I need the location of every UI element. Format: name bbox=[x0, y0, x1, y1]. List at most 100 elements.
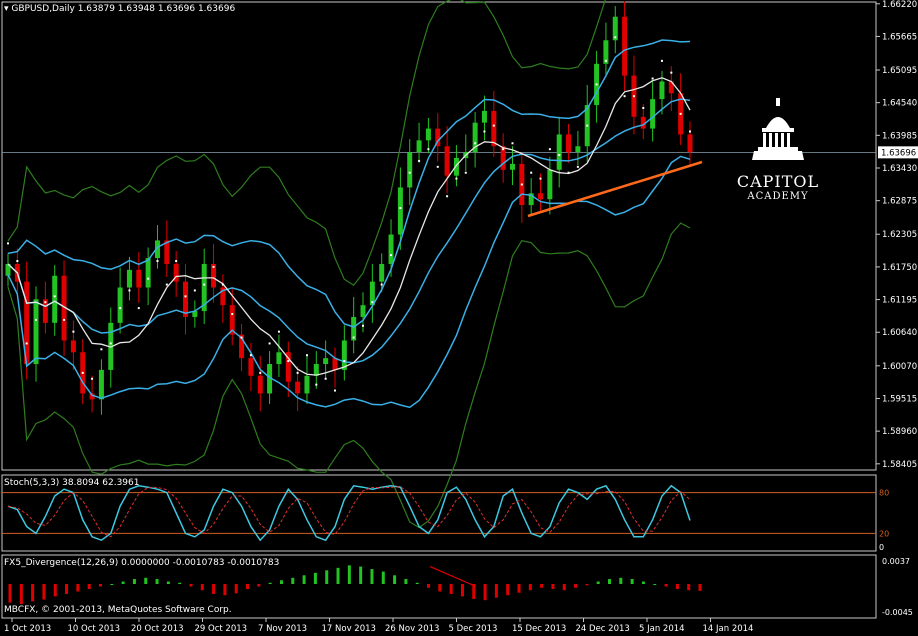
sar-dot bbox=[25, 342, 28, 345]
candle-body bbox=[117, 287, 123, 323]
axis-labels: 1.66220 1.65665 1.65095 1.64540 1.63985 1.634… bbox=[4, 0, 918, 634]
fx5-bar bbox=[630, 579, 634, 585]
candle-body bbox=[538, 193, 544, 200]
sar-dot bbox=[632, 95, 635, 98]
candle-body bbox=[304, 375, 310, 394]
sar-dot bbox=[53, 295, 56, 298]
sar-dot bbox=[548, 148, 551, 151]
fx5-bar bbox=[31, 584, 35, 602]
x-tick-label: 7 Nov 2013 bbox=[258, 624, 307, 634]
sar-dot bbox=[119, 307, 122, 310]
divergence-line bbox=[429, 566, 477, 588]
fx5-bar bbox=[687, 584, 691, 591]
sar-dot bbox=[408, 171, 411, 174]
sar-dot bbox=[642, 106, 645, 109]
candle-body bbox=[379, 263, 385, 282]
fx5-bar bbox=[675, 584, 679, 589]
fx5-bar bbox=[540, 584, 544, 588]
fx5-bar bbox=[585, 584, 589, 586]
fx5-bar bbox=[268, 582, 272, 585]
candle-body bbox=[659, 81, 665, 100]
candle-body bbox=[444, 146, 450, 176]
capitol-academy-logo: CAPITOL ACADEMY bbox=[733, 98, 823, 202]
candle-body bbox=[622, 16, 628, 76]
sar-dot bbox=[240, 336, 243, 339]
sar-dot bbox=[380, 283, 383, 286]
sar-dot bbox=[464, 171, 467, 174]
sar-dot bbox=[623, 95, 626, 98]
fx5-bar bbox=[449, 584, 453, 594]
fx5-label: FX5_Divergence(12,26,9) 0.0000000 -0.001… bbox=[4, 558, 280, 568]
x-tick-label: 20 Oct 2013 bbox=[131, 624, 184, 634]
inner-band-upper bbox=[7, 39, 691, 328]
fx5-bar bbox=[166, 581, 170, 585]
sar-dot bbox=[287, 360, 290, 363]
sar-dot bbox=[156, 260, 159, 263]
fx5-bar bbox=[8, 584, 12, 603]
capitol-dome-icon bbox=[752, 98, 804, 160]
y-tick-label: 1.65665 bbox=[882, 32, 917, 42]
sar-dot bbox=[418, 159, 421, 162]
sar-dot bbox=[72, 330, 75, 333]
sar-dot bbox=[277, 330, 280, 333]
fx5-bar bbox=[336, 567, 340, 585]
candle-body bbox=[416, 140, 422, 153]
candle-body bbox=[126, 269, 132, 288]
fx5-bar bbox=[98, 584, 102, 587]
stoch-pane bbox=[2, 484, 876, 542]
x-tick-label: 5 Dec 2013 bbox=[449, 624, 498, 634]
x-tick-label: 14 Jan 2014 bbox=[703, 624, 754, 634]
candle-body bbox=[323, 358, 329, 365]
fx5-bar bbox=[246, 584, 250, 589]
sar-dot bbox=[315, 383, 318, 386]
fx5-bar bbox=[438, 584, 442, 592]
candle-body bbox=[98, 369, 104, 400]
sar-dot bbox=[474, 142, 477, 145]
pane-frame bbox=[1, 1, 877, 471]
sar-dot bbox=[221, 283, 224, 286]
y-tick-label: 1.58405 bbox=[882, 460, 917, 470]
sar-dot bbox=[352, 336, 355, 339]
sar-dot bbox=[231, 313, 234, 315]
sar-dot bbox=[44, 301, 47, 304]
candle-body bbox=[425, 128, 431, 141]
fx5-bar bbox=[608, 579, 612, 585]
sar-dot bbox=[446, 195, 449, 198]
fx5-bar bbox=[279, 580, 283, 585]
fx5-bar bbox=[483, 584, 487, 601]
y-tick-label: 1.62305 bbox=[882, 230, 917, 240]
sar-dot bbox=[193, 289, 196, 292]
candle-body bbox=[575, 146, 581, 153]
candle-body bbox=[360, 305, 366, 317]
fx5-bar bbox=[223, 584, 227, 596]
sar-dot bbox=[268, 342, 271, 345]
candle-body bbox=[650, 99, 656, 129]
y-tick-label: 1.60640 bbox=[882, 328, 917, 338]
candle-body bbox=[388, 234, 394, 264]
fx5-bar bbox=[619, 577, 623, 585]
fx5-bar bbox=[427, 584, 431, 588]
x-tick-label: 15 Dec 2013 bbox=[512, 624, 566, 634]
sar-dot bbox=[147, 277, 150, 280]
fx5-bar bbox=[506, 584, 510, 596]
sar-dot bbox=[670, 71, 673, 74]
candle-body bbox=[332, 358, 338, 370]
ohlc-values: 1.63879 1.63948 1.63696 1.63696 bbox=[77, 4, 236, 14]
candle-body bbox=[295, 381, 301, 394]
candle-body bbox=[145, 258, 151, 288]
sar-dot bbox=[558, 154, 561, 157]
fx5-bar bbox=[257, 584, 261, 587]
y-tick-label: 1.58960 bbox=[882, 427, 917, 437]
x-tick-label: 5 Jan 2014 bbox=[639, 624, 685, 634]
stoch-level-label: 20 bbox=[879, 529, 889, 538]
sar-dot bbox=[175, 260, 178, 263]
sar-dot bbox=[249, 354, 252, 357]
fx5-bar bbox=[370, 569, 374, 585]
fx5-bar bbox=[155, 579, 159, 585]
sar-dot bbox=[492, 124, 495, 127]
candle-body bbox=[397, 187, 403, 235]
sar-dot bbox=[259, 371, 262, 374]
fx5-bar bbox=[460, 584, 464, 597]
sar-dot bbox=[651, 77, 654, 80]
sar-dot bbox=[91, 377, 94, 380]
